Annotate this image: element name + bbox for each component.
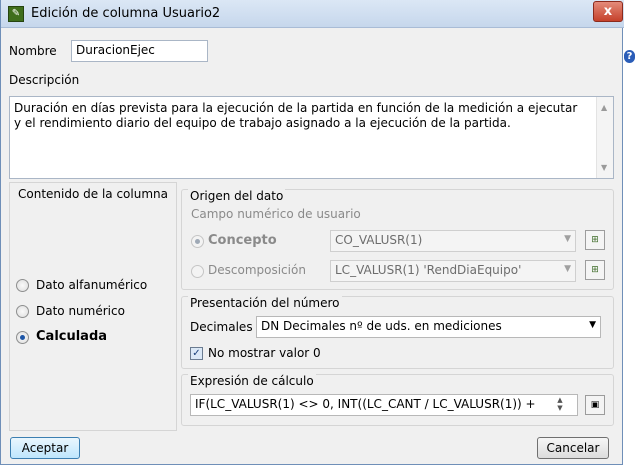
radio-alphanumeric-label[interactable]: Dato alfanumérico (36, 278, 147, 292)
chevron-down-icon: ▼ (589, 320, 596, 330)
data-origin-title: Origen del dato (188, 189, 286, 203)
radio-alphanumeric[interactable] (16, 279, 29, 292)
descomposicion-select-value: LC_VALUSR(1) 'RendDiaEquipo' (335, 263, 522, 277)
description-textarea[interactable]: Duración en días prevista para la ejecuc… (9, 96, 614, 179)
close-icon[interactable]: x (593, 1, 623, 22)
column-content-panel: Contenido de la columna Dato alfanuméric… (9, 182, 177, 431)
concepto-field-icon[interactable]: ⊞ (585, 230, 605, 250)
scroll-up-icon[interactable]: ▲ (601, 103, 607, 112)
radio-numeric[interactable] (16, 305, 29, 318)
expression-editor-icon[interactable]: ▣ (585, 395, 605, 415)
description-scrollbar[interactable]: ▲ ▼ (596, 97, 613, 178)
data-origin-group: Origen del dato Campo numérico de usuari… (181, 189, 614, 290)
descomposicion-select[interactable]: LC_VALUSR(1) 'RendDiaEquipo' ▼ (330, 260, 576, 282)
calc-expression-value: IF(LC_VALUSR(1) <> 0, INT((LC_CANT / LC_… (195, 397, 536, 411)
calc-expression-title: Expresión de cálculo (188, 374, 316, 388)
concepto-select[interactable]: CO_VALUSR(1) ▼ (330, 230, 576, 252)
number-presentation-title: Presentación del número (188, 296, 342, 310)
name-label: Nombre (9, 44, 57, 58)
hide-zero-checkbox[interactable]: ✓ (190, 347, 203, 360)
radio-calculated[interactable] (16, 331, 29, 344)
decimals-select-value: DN Decimales nº de uds. en mediciones (261, 319, 502, 333)
column-content-title: Contenido de la columna (18, 187, 168, 201)
radio-descomposicion[interactable] (191, 265, 204, 278)
hide-zero-label[interactable]: No mostrar valor 0 (208, 346, 321, 360)
app-icon: ✎ (8, 6, 24, 22)
chevron-down-icon: ▼ (564, 234, 571, 244)
radio-concepto-label[interactable]: Concepto (208, 233, 277, 248)
decimals-label: Decimales (190, 320, 253, 334)
description-label: Descripción (9, 73, 80, 87)
radio-descomposicion-label[interactable]: Descomposición (208, 263, 306, 277)
scroll-down-icon[interactable]: ▼ (601, 163, 607, 172)
radio-calculated-label[interactable]: Calculada (36, 329, 107, 344)
title-bar: ✎ Edición de columna Usuario2 (1, 0, 624, 28)
calc-expression-group: Expresión de cálculo IF(LC_VALUSR(1) <> … (181, 374, 614, 426)
description-text: Duración en días prevista para la ejecuc… (14, 101, 578, 130)
window-title: Edición de columna Usuario2 (31, 6, 221, 21)
decimals-select[interactable]: DN Decimales nº de uds. en mediciones ▼ (256, 316, 601, 338)
expression-spinner[interactable]: ▲ ▼ (553, 396, 567, 414)
calc-expression-input[interactable]: IF(LC_VALUSR(1) <> 0, INT((LC_CANT / LC_… (190, 394, 578, 416)
user-numeric-field-label: Campo numérico de usuario (191, 207, 361, 221)
descomposicion-field-icon[interactable]: ⊞ (585, 260, 605, 280)
accept-button[interactable]: Aceptar (10, 437, 80, 459)
number-presentation-group: Presentación del número Decimales DN Dec… (181, 296, 614, 369)
help-icon[interactable]: ? (624, 50, 635, 63)
dialog-window: ✎ Edición de columna Usuario2 Nombre Dur… (0, 0, 624, 465)
cancel-button[interactable]: Cancelar (537, 437, 609, 459)
concepto-select-value: CO_VALUSR(1) (335, 233, 423, 247)
radio-numeric-label[interactable]: Dato numérico (36, 304, 125, 318)
radio-concepto[interactable] (191, 235, 204, 248)
name-input[interactable]: DuracionEjec (71, 40, 208, 62)
chevron-down-icon: ▼ (564, 264, 571, 274)
